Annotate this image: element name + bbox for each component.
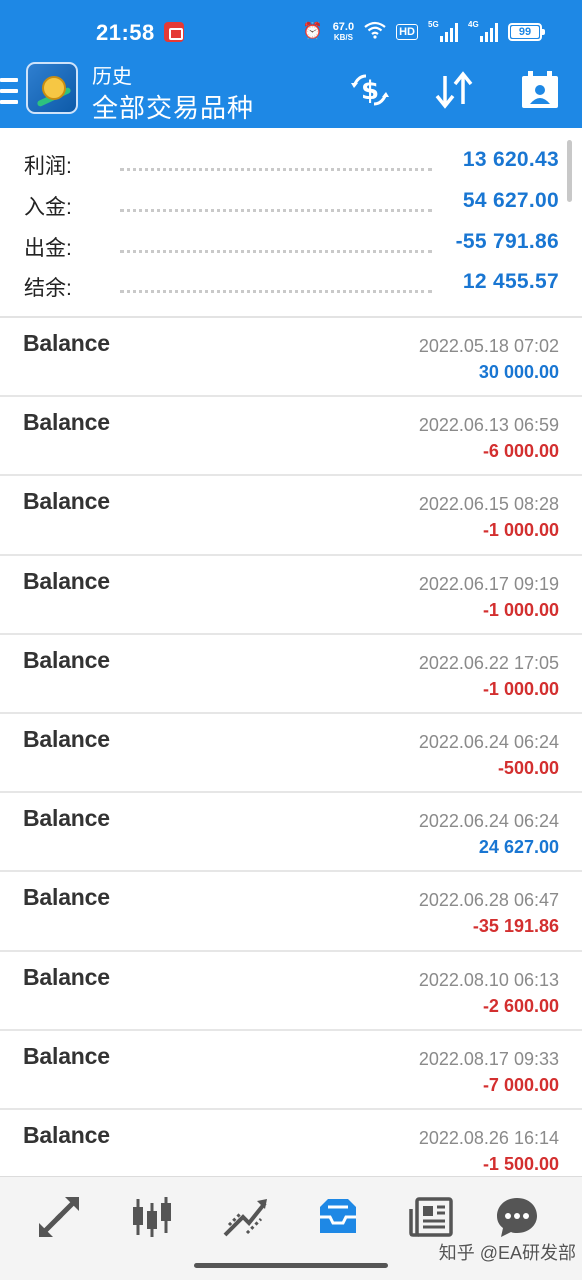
deal-type: Balance <box>23 1042 110 1069</box>
deal-row[interactable]: Balance 2022.08.10 06:13 -2 600.00 <box>0 952 582 1031</box>
deal-type: Balance <box>23 646 110 673</box>
wifi-icon <box>364 21 386 43</box>
deal-row[interactable]: Balance 2022.06.28 06:47 -35 191.86 <box>0 872 582 952</box>
menu-icon[interactable] <box>0 78 18 104</box>
trade-lines-icon[interactable] <box>221 1193 269 1241</box>
deal-type: Balance <box>23 805 110 832</box>
signal-5g-label: 5G <box>428 20 439 29</box>
deal-amount: 30 000.00 <box>478 362 559 382</box>
scrollbar-thumb[interactable] <box>567 140 572 202</box>
deal-time: 2022.06.15 08:28 <box>418 494 559 515</box>
deal-amount: 24 627.00 <box>478 837 559 858</box>
deal-time: 2022.06.13 06:59 <box>418 415 559 436</box>
deal-type: Balance <box>23 488 110 515</box>
deal-amount: -1 000.00 <box>482 678 559 699</box>
deal-amount: -2 600.00 <box>482 995 559 1016</box>
calendar-period-icon[interactable] <box>518 68 562 112</box>
deal-time: 2022.05.18 07:02 <box>418 336 559 356</box>
leader-dots <box>120 250 432 253</box>
deal-type: Balance <box>23 1121 110 1148</box>
leader-dots <box>120 209 432 212</box>
summary-label: 出金: <box>24 237 72 260</box>
status-time: 21:58 <box>96 20 155 45</box>
symbol-filter[interactable]: 全部交易品种 <box>92 88 254 125</box>
history-inbox-icon[interactable] <box>314 1193 362 1241</box>
deal-amount: -6 000.00 <box>482 441 559 462</box>
deal-row[interactable]: Balance 2022.08.17 09:33 -7 000.00 <box>0 1031 582 1110</box>
deal-row[interactable]: Balance 2022.06.24 06:24 24 627.00 <box>0 793 582 873</box>
deal-type: Balance <box>23 884 110 911</box>
quotes-arrows-icon[interactable] <box>35 1193 83 1241</box>
deal-row[interactable]: Balance 2022.05.18 07:02 30 000.00 <box>0 318 582 398</box>
app-logo[interactable] <box>26 62 78 114</box>
screen-record-icon <box>164 22 184 42</box>
signal-4g-icon: 4G <box>468 20 498 42</box>
deal-type: Balance <box>23 330 110 356</box>
battery-percent: 99 <box>518 26 532 38</box>
deal-row[interactable]: Balance 2022.06.17 09:19 -1 000.00 <box>0 556 582 635</box>
leader-dots <box>120 290 432 293</box>
watermark: 知乎 @EA研发部 <box>438 1243 576 1263</box>
deal-row[interactable]: Balance 2022.06.15 08:28 -1 000.00 <box>0 476 582 556</box>
deal-time: 2022.06.28 06:47 <box>418 890 559 911</box>
deal-type: Balance <box>23 409 110 436</box>
deposit-withdraw-icon[interactable]: $ <box>348 68 392 112</box>
deal-time: 2022.06.22 17:05 <box>418 652 559 673</box>
deal-time: 2022.06.24 06:24 <box>418 731 559 752</box>
deal-type: Balance <box>23 963 110 990</box>
summary-label: 结余: <box>24 277 72 300</box>
net-speed: 67.0 KB/S <box>332 21 355 43</box>
svg-text:$: $ <box>361 76 379 106</box>
battery-icon: 99 <box>508 23 545 41</box>
summary-label: 利润: <box>24 155 72 178</box>
leader-dots <box>120 168 432 171</box>
deal-row[interactable]: Balance 2022.06.22 17:05 -1 000.00 <box>0 635 582 714</box>
deal-time: 2022.08.17 09:33 <box>418 1048 559 1069</box>
bottom-nav: 知乎 @EA研发部 <box>0 1176 582 1280</box>
summary-value: 12 455.57 <box>462 270 559 293</box>
summary-row-balance: 结余: 12 455.57 <box>0 264 582 304</box>
page-title: 历史 <box>92 66 132 88</box>
summary-row-withdrawal: 出金: -55 791.86 <box>0 224 582 264</box>
summary-row-profit: 利润: 13 620.43 <box>0 142 582 182</box>
net-speed-value: 67.0 <box>332 21 355 33</box>
app-bar: 历史 全部交易品种 $ <box>0 58 582 128</box>
deal-type: Balance <box>23 725 110 752</box>
summary-value: -55 791.86 <box>455 230 559 253</box>
signal-5g-icon: 5G <box>428 20 458 42</box>
deal-type: Balance <box>23 567 110 594</box>
deal-amount: -1 500.00 <box>482 1153 559 1174</box>
deal-row[interactable]: Balance 2022.06.13 06:59 -6 000.00 <box>0 397 582 477</box>
deal-amount: -7 000.00 <box>482 1074 559 1095</box>
sort-icon[interactable] <box>432 68 476 112</box>
status-bar: 21:58 ⏰ 67.0 KB/S HD 5G 4G 99 <box>0 0 582 58</box>
deal-amount: -1 000.00 <box>482 520 559 541</box>
hd-voice-icon: HD <box>396 24 418 40</box>
summary-row-deposit: 入金: 54 627.00 <box>0 183 582 223</box>
home-indicator[interactable] <box>194 1263 388 1268</box>
summary-value: 13 620.43 <box>462 148 559 171</box>
deal-amount: -1 000.00 <box>482 599 559 620</box>
signal-4g-label: 4G <box>468 20 479 29</box>
deal-time: 2022.08.10 06:13 <box>418 969 559 990</box>
summary-value: 54 627.00 <box>462 189 559 212</box>
news-icon[interactable] <box>407 1193 455 1241</box>
chat-icon[interactable] <box>493 1193 541 1241</box>
deal-time: 2022.08.26 16:14 <box>418 1127 559 1148</box>
deal-time: 2022.06.17 09:19 <box>418 573 559 594</box>
alarm-icon: ⏰ <box>302 23 323 40</box>
deal-row[interactable]: Balance 2022.06.24 06:24 -500.00 <box>0 714 582 794</box>
deal-amount: -500.00 <box>497 757 559 778</box>
deal-row[interactable]: Balance 2022.08.26 16:14 -1 500.00 <box>0 1110 582 1176</box>
status-icons: ⏰ 67.0 KB/S HD 5G 4G 99 <box>302 18 545 46</box>
deal-amount: -35 191.86 <box>472 916 559 937</box>
summary-label: 入金: <box>24 196 72 219</box>
net-speed-unit: KB/S <box>333 33 353 42</box>
summary-panel: 利润: 13 620.43 入金: 54 627.00 出金: -55 791.… <box>0 128 582 318</box>
candlestick-chart-icon[interactable] <box>128 1193 176 1241</box>
deal-list[interactable]: Balance 2022.05.18 07:02 30 000.00 Balan… <box>0 318 582 1176</box>
deal-time: 2022.06.24 06:24 <box>418 811 559 832</box>
